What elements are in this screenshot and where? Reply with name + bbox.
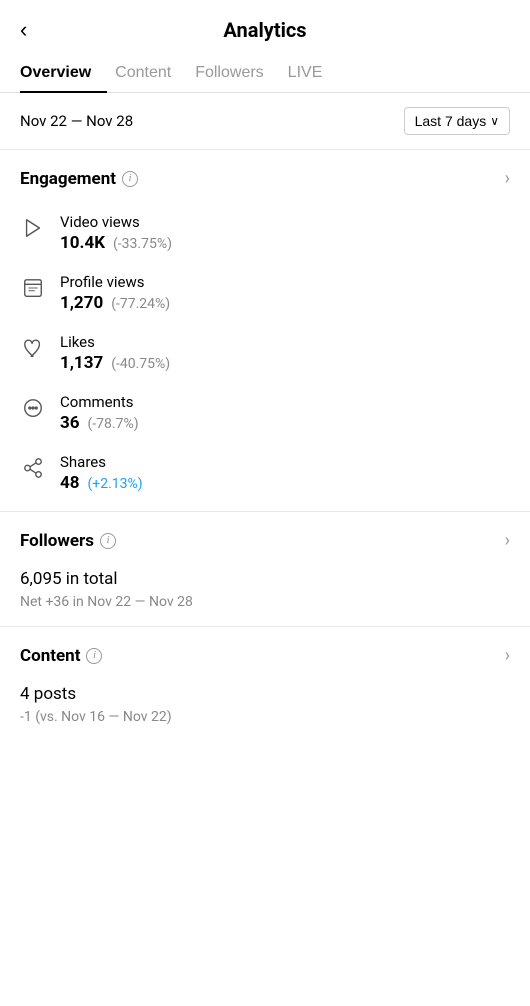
shares-label: Shares <box>60 453 143 471</box>
likes-value: 1,137 <box>60 353 103 373</box>
shares-value: 48 <box>60 473 80 493</box>
content-comparison-text: -1 (vs. Nov 16 — Nov 22) <box>20 709 510 725</box>
tab-live[interactable]: LIVE <box>288 54 339 92</box>
video-views-value-row: 10.4K (-33.75%) <box>60 233 172 253</box>
profile-views-value: 1,270 <box>60 293 103 313</box>
profile-svg <box>22 277 44 299</box>
metric-profile-views: Profile views 1,270 (-77.24%) <box>20 263 510 323</box>
shares-change: (+2.13%) <box>88 476 143 492</box>
engagement-chevron-right-icon[interactable]: › <box>505 168 510 189</box>
content-posts-number: 4 <box>20 684 30 704</box>
followers-total-suffix: in total <box>62 569 118 589</box>
content-title: Content <box>20 646 80 666</box>
heart-icon <box>20 335 46 361</box>
followers-section: Followers i › 6,095 in total Net +36 in … <box>0 512 530 627</box>
heart-svg <box>22 337 44 359</box>
share-svg <box>22 457 44 479</box>
profile-views-value-row: 1,270 (-77.24%) <box>60 293 170 313</box>
likes-change: (-40.75%) <box>111 356 170 372</box>
shares-value-row: 48 (+2.13%) <box>60 473 143 493</box>
profile-icon <box>20 275 46 301</box>
engagement-title-row: Engagement i <box>20 169 138 189</box>
back-button[interactable]: ‹ <box>20 19 27 41</box>
followers-net-text: Net +36 in Nov 22 — Nov 28 <box>20 594 510 610</box>
play-icon <box>20 215 46 241</box>
comments-label: Comments <box>60 393 139 411</box>
profile-views-change: (-77.24%) <box>111 296 170 312</box>
comments-change: (-78.7%) <box>88 416 139 432</box>
likes-value-row: 1,137 (-40.75%) <box>60 353 170 373</box>
date-range-dropdown[interactable]: Last 7 days ∨ <box>404 107 510 135</box>
date-dropdown-label: Last 7 days <box>415 113 487 129</box>
engagement-section-header: Engagement i › <box>20 168 510 189</box>
followers-title: Followers <box>20 531 94 551</box>
content-chevron-right-icon[interactable]: › <box>505 645 510 666</box>
metric-video-views: Video views 10.4K (-33.75%) <box>20 203 510 263</box>
likes-label: Likes <box>60 333 170 351</box>
followers-title-row: Followers i <box>20 531 116 551</box>
content-section-header: Content i › <box>20 645 510 666</box>
profile-views-content: Profile views 1,270 (-77.24%) <box>60 273 170 313</box>
content-section: Content i › 4 posts -1 (vs. Nov 16 — Nov… <box>0 627 530 741</box>
comments-value: 36 <box>60 413 80 433</box>
date-range-text: Nov 22 — Nov 28 <box>20 112 133 130</box>
content-posts-suffix: posts <box>30 684 77 704</box>
comments-content: Comments 36 (-78.7%) <box>60 393 139 433</box>
tab-followers[interactable]: Followers <box>195 54 279 92</box>
share-icon <box>20 455 46 481</box>
followers-section-header: Followers i › <box>20 530 510 551</box>
content-title-row: Content i <box>20 646 102 666</box>
tabs-nav: Overview Content Followers LIVE <box>0 54 530 93</box>
chevron-down-icon: ∨ <box>490 114 499 128</box>
engagement-title: Engagement <box>20 169 116 189</box>
metric-shares: Shares 48 (+2.13%) <box>20 443 510 503</box>
video-views-value: 10.4K <box>60 233 105 253</box>
page-title: Analytics <box>223 18 306 42</box>
likes-content: Likes 1,137 (-40.75%) <box>60 333 170 373</box>
video-views-content: Video views 10.4K (-33.75%) <box>60 213 172 253</box>
profile-views-label: Profile views <box>60 273 170 291</box>
video-views-change: (-33.75%) <box>113 236 172 252</box>
followers-total: 6,095 in total <box>20 565 510 590</box>
content-posts: 4 posts <box>20 680 510 705</box>
metric-likes: Likes 1,137 (-40.75%) <box>20 323 510 383</box>
engagement-info-icon[interactable]: i <box>122 171 138 187</box>
play-svg <box>22 217 44 239</box>
tab-content[interactable]: Content <box>115 54 187 92</box>
followers-total-number: 6,095 <box>20 569 62 589</box>
shares-content: Shares 48 (+2.13%) <box>60 453 143 493</box>
content-info-icon[interactable]: i <box>86 648 102 664</box>
comment-svg <box>22 397 44 419</box>
header: ‹ Analytics <box>0 0 530 54</box>
comments-value-row: 36 (-78.7%) <box>60 413 139 433</box>
comment-icon <box>20 395 46 421</box>
followers-chevron-right-icon[interactable]: › <box>505 530 510 551</box>
followers-info-icon[interactable]: i <box>100 533 116 549</box>
video-views-label: Video views <box>60 213 172 231</box>
date-bar: Nov 22 — Nov 28 Last 7 days ∨ <box>0 93 530 150</box>
metric-comments: Comments 36 (-78.7%) <box>20 383 510 443</box>
tab-overview[interactable]: Overview <box>20 54 107 92</box>
engagement-section: Engagement i › Video views 10.4K (-33.75… <box>0 150 530 512</box>
